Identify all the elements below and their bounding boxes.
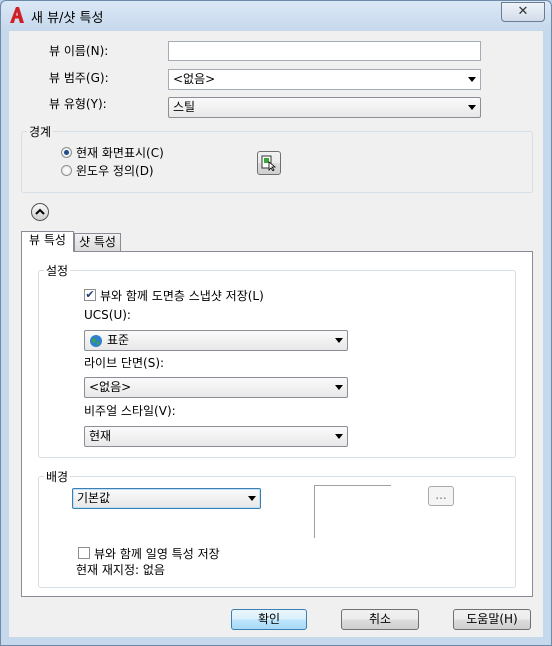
boundary-group-title: 경계 [27, 123, 54, 140]
title-bar: 새 뷰/샷 특성 ✕ [1, 1, 551, 29]
window-title: 새 뷰/샷 특성 [31, 11, 104, 26]
ucs-value: 표준 [107, 333, 130, 347]
chevron-up-icon [35, 208, 45, 215]
background-preview [314, 485, 391, 538]
chevron-down-icon [335, 434, 343, 439]
chevron-down-icon [335, 338, 343, 343]
ok-button[interactable]: 확인 [231, 609, 307, 630]
view-category-combo[interactable]: <없음> [168, 69, 481, 90]
save-sun-properties-checkbox[interactable] [78, 547, 90, 559]
background-type-select[interactable]: 기본값 [72, 488, 261, 509]
chevron-down-icon [335, 385, 343, 390]
autocad-logo-icon [10, 7, 24, 23]
live-section-value: <없음> [89, 380, 132, 394]
save-layer-snapshot-checkbox[interactable]: ✔ [84, 289, 96, 301]
radio-define-window[interactable] [61, 165, 72, 176]
pick-window-icon [261, 155, 277, 172]
collapse-button[interactable] [31, 203, 49, 221]
chevron-down-icon [248, 496, 256, 501]
cancel-button[interactable]: 취소 [341, 609, 419, 630]
view-name-label: 뷰 이름(N): [49, 44, 109, 58]
radio-current-display-label[interactable]: 현재 화면표시(C) [76, 144, 164, 161]
radio-define-window-label[interactable]: 윈도우 정의(D) [76, 162, 154, 179]
ucs-label: UCS(U): [84, 308, 131, 322]
globe-icon [90, 335, 102, 347]
view-type-label: 뷰 유형(Y): [49, 97, 107, 111]
visual-style-label: 비주얼 스타일(V): [84, 404, 176, 418]
new-view-dialog: 새 뷰/샷 특성 ✕ 뷰 이름(N): 뷰 범주(G): <없음> 뷰 유형(Y… [0, 0, 552, 646]
tab-panel: 설정 ✔ 뷰와 함께 도면층 스냅샷 저장(L) UCS(U): 표준 라이브 … [21, 251, 533, 597]
radio-current-display[interactable] [61, 147, 72, 158]
visual-style-select[interactable]: 현재 [84, 426, 348, 447]
chevron-down-icon [468, 77, 476, 82]
live-section-select[interactable]: <없음> [84, 377, 348, 398]
tab-shot-properties[interactable]: 샷 특성 [74, 233, 121, 251]
background-type-value: 기본값 [77, 491, 111, 505]
chevron-down-icon [468, 105, 476, 110]
view-type-value: 스틸 [173, 100, 196, 114]
save-layer-snapshot-label[interactable]: 뷰와 함께 도면층 스냅샷 저장(L) [100, 287, 264, 304]
settings-group-title: 설정 [44, 262, 71, 279]
background-group-title: 배경 [44, 468, 71, 485]
view-name-input[interactable] [168, 41, 481, 61]
view-type-select[interactable]: 스틸 [168, 97, 481, 118]
live-section-label: 라이브 단면(S): [84, 356, 165, 370]
visual-style-value: 현재 [89, 429, 112, 443]
define-window-button[interactable] [257, 151, 281, 175]
help-button[interactable]: 도움말(H) [453, 609, 531, 630]
dialog-body: 뷰 이름(N): 뷰 범주(G): <없음> 뷰 유형(Y): 스틸 경계 현재… [9, 31, 543, 637]
background-browse-button[interactable]: ... [428, 486, 454, 506]
current-override-text: 현재 재지정: 없음 [76, 563, 165, 577]
save-sun-properties-label[interactable]: 뷰와 함께 일영 특성 저장 [94, 545, 220, 562]
close-button[interactable]: ✕ [501, 2, 545, 22]
view-category-label: 뷰 범주(G): [49, 71, 109, 85]
view-category-value: <없음> [173, 72, 216, 86]
ucs-select[interactable]: 표준 [84, 330, 348, 351]
tab-view-properties[interactable]: 뷰 특성 [21, 231, 74, 252]
